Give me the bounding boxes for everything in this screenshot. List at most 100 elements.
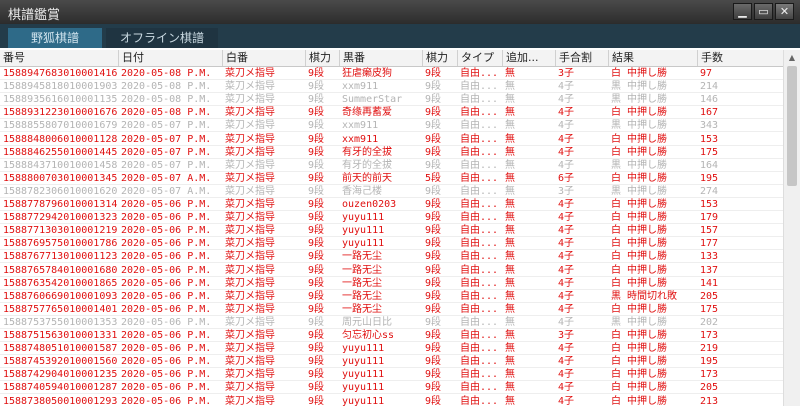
cell-moves: 153 [700,199,719,210]
cell-result: 白 中押し勝 [611,68,668,79]
table-row[interactable]: 1588757765010001401 2020-05-06 P.M. 菜刀メ指导 9… [0,303,783,316]
header-col-black[interactable]: 黒番 [339,50,422,66]
cell-black-rank: 9段 [425,133,442,145]
cell-white: 菜刀メ指导 [225,277,275,289]
scrollbar-thumb[interactable] [787,66,797,186]
cell-extra: 無 [505,212,515,224]
table-row[interactable]: 1588742904010001235 2020-05-06 P.M. 菜刀メ指导 9… [0,368,783,382]
table-row[interactable]: 1588765784010001680 2020-05-06 P.M. 菜刀メ指导 9… [0,264,783,277]
table-row[interactable]: 1588772942010001323 2020-05-06 P.M. 菜刀メ指导 9… [0,211,783,225]
cell-moves: 157 [700,225,719,237]
cell-date: 2020-05-06 P.M. [121,238,212,250]
cell-date: 2020-05-06 P.M. [121,303,212,315]
scroll-up-icon[interactable]: ▲ [786,52,798,64]
cell-type: 自由... [460,316,499,328]
cell-result: 黒 中押し勝 [611,120,668,132]
table-row[interactable]: 1588947683010001416 2020-05-08 P.M. 菜刀メ指导 9… [0,67,783,81]
table-row[interactable]: 1588771303010001219 2020-05-06 P.M. 菜刀メ指导 9… [0,224,783,238]
table-row[interactable]: 1588935616010001135 2020-05-08 P.M. 菜刀メ指导 9… [0,93,783,107]
table-row[interactable]: 1588778796010001314 2020-05-06 P.M. 菜刀メ指导 9… [0,198,783,212]
cell-date: 2020-05-08 P.M. [121,107,212,119]
cell-type: 自由... [460,238,499,250]
cell-white-rank: 9段 [308,238,325,250]
cell-white: 菜刀メ指导 [225,81,275,93]
cell-type: 自由... [460,185,499,197]
table-row[interactable]: 1588945818010001903 2020-05-08 P.M. 菜刀メ指导 9… [0,80,783,94]
cell-black-rank: 9段 [425,68,442,79]
header-col-white-rank[interactable]: 棋力 [305,50,339,66]
cell-handicap: 4子 [558,120,575,132]
table-row[interactable]: 1588745392010001560 2020-05-06 P.M. 菜刀メ指导 9… [0,355,783,369]
header-col-black-rank[interactable]: 棋力 [422,50,457,66]
cell-handicap: 4子 [558,290,575,302]
table-row[interactable]: 1588855807010001679 2020-05-07 P.M. 菜刀メ指导 9… [0,119,783,133]
header-col-date[interactable]: 日付 [118,50,222,66]
header-col-white[interactable]: 白番 [222,50,305,66]
header-col-extra[interactable]: 追加... [502,50,555,66]
cell-black: 一路无尘 [342,290,382,302]
table-row[interactable]: 1588753755010001353 2020-05-06 P.M. 菜刀メ指导 9… [0,316,783,329]
vertical-scrollbar[interactable]: ▲ [783,50,800,406]
cell-white: 菜刀メ指导 [225,264,275,276]
table-row[interactable]: 1588843710010001458 2020-05-07 P.M. 菜刀メ指导 9… [0,159,783,172]
table-row[interactable]: 1588751563010001331 2020-05-06 P.M. 菜刀メ指导 9… [0,329,783,343]
cell-moves: 343 [700,120,719,132]
cell-handicap: 3子 [558,330,575,341]
cell-result: 白 中押し勝 [611,238,668,250]
cell-extra: 無 [505,316,515,328]
cell-white-rank: 9段 [308,120,325,132]
table-row[interactable]: 1588769575010001786 2020-05-06 P.M. 菜刀メ指导 9… [0,237,783,251]
cell-handicap: 4子 [558,369,575,381]
cell-white-rank: 9段 [308,185,325,197]
table-row[interactable]: 1588748051010001587 2020-05-06 P.M. 菜刀メ指导 9… [0,342,783,356]
header-col-type[interactable]: タイプ [457,50,502,66]
cell-extra: 無 [505,94,515,106]
table-row[interactable]: 1588763542010001865 2020-05-06 P.M. 菜刀メ指导 9… [0,277,783,290]
table-row[interactable]: 1588800703010001345 2020-05-07 A.M. 菜刀メ指导 9… [0,172,783,185]
table-row[interactable]: 1588738050010001293 2020-05-06 P.M. 菜刀メ指导 9… [0,395,783,406]
header-col-result[interactable]: 結果 [608,50,697,66]
table-row[interactable]: 1588767713010001123 2020-05-06 P.M. 菜刀メ指导 9… [0,250,783,264]
header-col-moves[interactable]: 手数 [697,50,783,66]
tab-offline-records[interactable]: オフライン棋譜 [106,28,218,48]
cell-result: 白 中押し勝 [611,107,668,119]
cell-extra: 無 [505,395,515,406]
cell-black: 香海己楼 [342,185,382,197]
cell-black: xxm911 [342,81,379,93]
maximize-button[interactable]: ▭ [754,3,773,20]
cell-extra: 無 [505,120,515,132]
cell-white-rank: 9段 [308,290,325,302]
table-row[interactable]: 1588782306010001620 2020-05-07 A.M. 菜刀メ指导 9… [0,185,783,198]
table-row[interactable]: 1588931223010001676 2020-05-08 P.M. 菜刀メ指导 9… [0,106,783,120]
cell-extra: 無 [505,382,515,394]
cell-black-rank: 9段 [425,81,442,93]
table-row[interactable]: 1588760669010001093 2020-05-06 P.M. 菜刀メ指导 9… [0,290,783,303]
cell-number: 1588935616010001135 [3,94,118,106]
cell-moves: 173 [700,330,719,341]
cell-number: 1588771303010001219 [3,225,118,237]
close-button[interactable]: ✕ [775,3,794,20]
table-body: 1588947683010001416 2020-05-08 P.M. 菜刀メ指导 9… [0,67,783,406]
header-col-handicap[interactable]: 手合割 [555,50,608,66]
cell-black: yuyu111 [342,356,385,368]
table-row[interactable]: 1588848006010001128 2020-05-07 P.M. 菜刀メ指导 9… [0,133,783,146]
cell-white: 菜刀メ指导 [225,107,275,119]
cell-handicap: 4子 [558,107,575,119]
cell-number: 1588753755010001353 [3,316,118,328]
cell-white: 菜刀メ指导 [225,68,275,79]
header-col-number[interactable]: 番号 [0,50,118,66]
cell-moves: 213 [700,395,719,406]
minimize-button[interactable]: ▁ [733,3,752,20]
table-row[interactable]: 1588846255010001445 2020-05-07 P.M. 菜刀メ指导 9… [0,146,783,159]
cell-handicap: 4子 [558,251,575,263]
cell-white-rank: 9段 [308,369,325,381]
cell-extra: 無 [505,303,515,315]
cell-result: 白 中押し勝 [611,146,668,158]
cell-handicap: 4子 [558,94,575,106]
cell-black-rank: 9段 [425,120,442,132]
cell-handicap: 4子 [558,225,575,237]
table-row[interactable]: 1588740594010001287 2020-05-06 P.M. 菜刀メ指导 9… [0,381,783,395]
cell-black-rank: 9段 [425,107,442,119]
cell-handicap: 4子 [558,212,575,224]
tab-fox-records[interactable]: 野狐棋譜 [8,28,102,48]
